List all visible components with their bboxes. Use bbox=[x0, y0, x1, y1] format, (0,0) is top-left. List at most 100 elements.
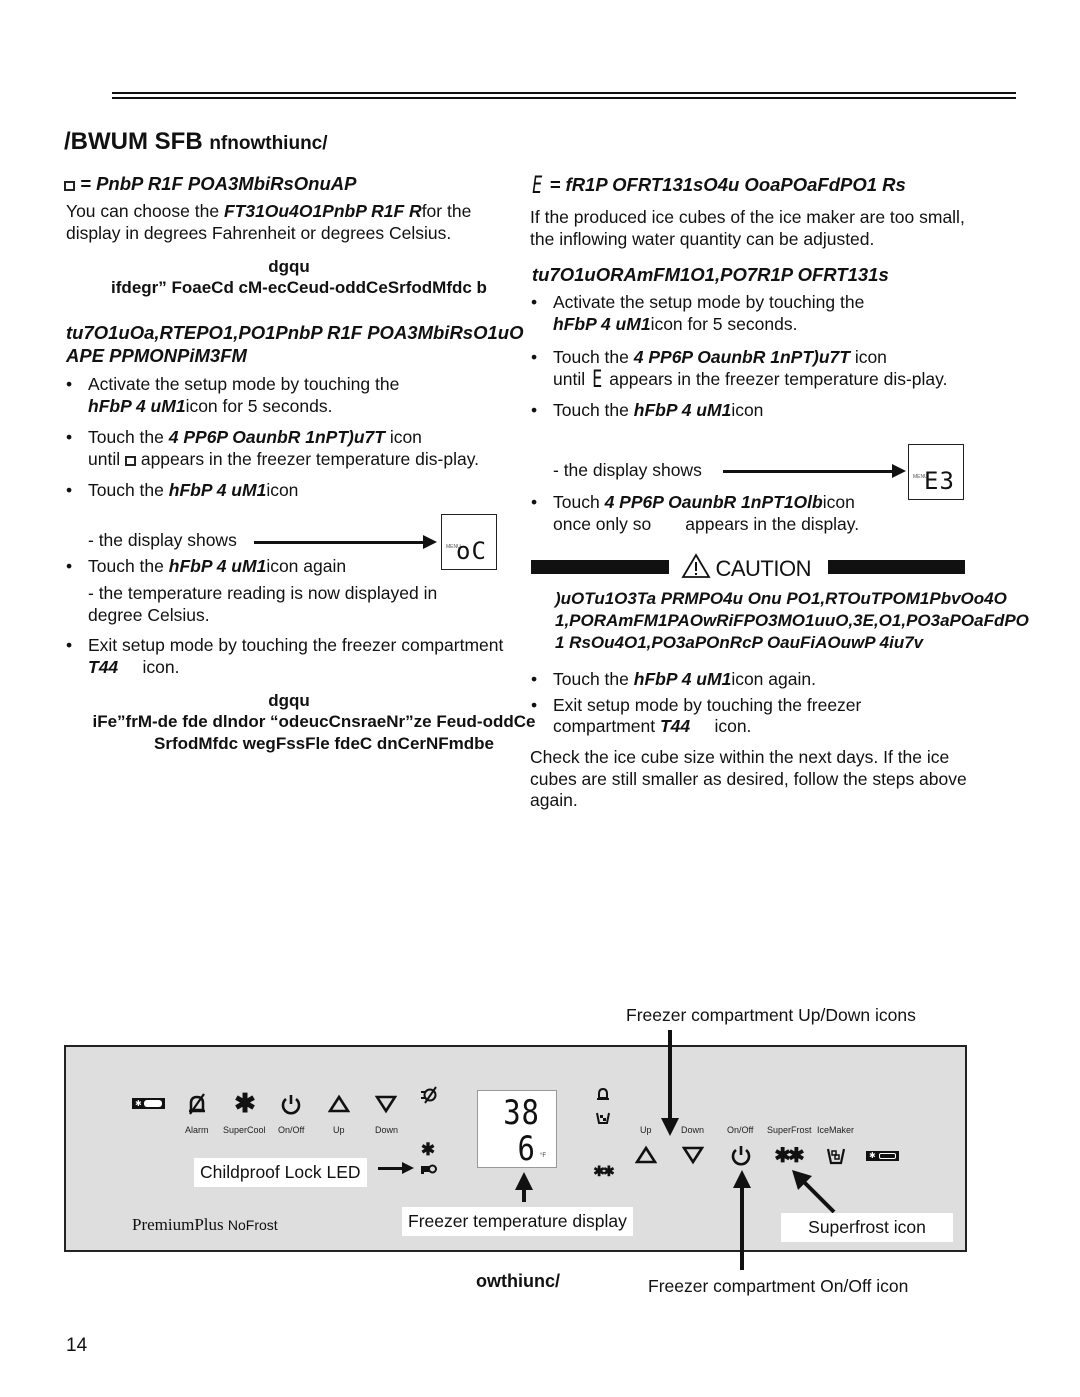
label-right-down: Down bbox=[681, 1125, 705, 1135]
temp-top-value: 38 bbox=[503, 1093, 540, 1133]
temp-unit: °F bbox=[540, 1153, 547, 1159]
label-up: Up bbox=[333, 1125, 345, 1135]
left-arrow-line bbox=[254, 541, 424, 544]
brand-sub: NoFrost bbox=[227, 1217, 278, 1233]
left-step-5: Exit setup mode by touching the freezer … bbox=[66, 635, 506, 678]
right-step-5: Touch the hFbP 4 uM1icon again. bbox=[531, 669, 951, 691]
left-note1-heading: dgqu bbox=[268, 257, 310, 276]
step-text: icon for 5 seconds. bbox=[185, 395, 333, 416]
down-triangle-icon[interactable] bbox=[374, 1094, 398, 1119]
label-alarm: Alarm bbox=[185, 1125, 209, 1135]
step-bold: 4 PP6P OaunbR 1nPT1Olb bbox=[604, 492, 823, 512]
left-note2-line1: iFe”frM-de fde dlndor “odeucCnsraeNr”ze … bbox=[92, 712, 536, 731]
ventilation-off-icon bbox=[419, 1086, 439, 1109]
freezer-display-icon: ✱ bbox=[866, 1151, 899, 1161]
step-text: icon. bbox=[690, 716, 752, 736]
arrow-down-icon bbox=[661, 1118, 679, 1136]
freezer-temperature-display: 38 6 °F bbox=[477, 1090, 557, 1169]
right-step-6: Exit setup mode by touching the freezer … bbox=[531, 695, 951, 738]
label-superfrost: SuperFrost bbox=[767, 1125, 812, 1135]
display-value: E3 bbox=[924, 467, 955, 495]
caution-bar-left bbox=[531, 560, 669, 574]
title-tail: nfnowthiunc/ bbox=[209, 133, 328, 154]
label-supercool: SuperCool bbox=[223, 1125, 266, 1135]
right-display-box: MENU E3 bbox=[908, 444, 964, 500]
label-right-onoff: On/Off bbox=[727, 1125, 754, 1135]
header-rule-bottom bbox=[112, 97, 1016, 99]
box-symbol-icon bbox=[124, 455, 136, 466]
right-steps: Activate the setup mode by touching the … bbox=[531, 292, 951, 422]
onoff-arrow-line bbox=[740, 1186, 744, 1270]
right-steps-b: Touch 4 PP6P OaunbR 1nPT1Olbicon once on… bbox=[531, 492, 891, 535]
left-celsius-note: - the temperature reading is now display… bbox=[88, 583, 438, 625]
step-bold: hFbP 4 uM1 bbox=[168, 480, 267, 500]
temp-bottom-value: 6 bbox=[517, 1129, 535, 1169]
label-down: Down bbox=[375, 1125, 399, 1135]
step-bold: 4 PP6P OaunbR 1nPT)u7T bbox=[168, 427, 385, 447]
step-bold: hFbP 4 uM1 bbox=[553, 313, 651, 334]
step-text: icon. bbox=[118, 656, 180, 677]
label-onoff: On/Off bbox=[278, 1125, 305, 1135]
power-icon[interactable] bbox=[280, 1093, 302, 1120]
caution-text: )uOTu1O3Ta PRMPO4u Onu PO1,RTOuTPOM1PbvO… bbox=[555, 588, 1029, 654]
right-step-2: Touch the 4 PP6P OaunbR 1nPT)u7T icon un… bbox=[531, 347, 951, 391]
right-section-heading: E = fR1P OFRT131sO4u OoaPOaFdPO1 Rs bbox=[530, 171, 906, 199]
alarm-bell-icon bbox=[596, 1087, 610, 1107]
step-text: Touch the bbox=[88, 556, 169, 576]
caution-line: 1 RsOu4O1,PO3aPOnRcP OauFiAOuwP 4iu7v bbox=[555, 633, 924, 652]
warning-triangle-icon bbox=[681, 553, 711, 578]
right-step-4: Touch 4 PP6P OaunbR 1nPT1Olbicon once on… bbox=[531, 492, 891, 535]
temp-arrow-line bbox=[522, 1188, 526, 1202]
step-text: icon bbox=[384, 427, 422, 447]
step-text: Touch the bbox=[88, 480, 169, 500]
header-rule-top bbox=[112, 92, 1016, 94]
superfrost-icon[interactable]: ✱✱ bbox=[771, 1145, 805, 1167]
label-icemaker: IceMaker bbox=[817, 1125, 855, 1135]
arrow-right-icon bbox=[402, 1162, 414, 1174]
left-display-shows: - the display shows bbox=[88, 530, 237, 550]
step-text: icon bbox=[731, 400, 764, 420]
callout-onoff: Freezer compartment On/Off icon bbox=[648, 1276, 909, 1296]
right-display-shows: - the display shows bbox=[553, 460, 702, 480]
icemaker-led-icon bbox=[596, 1111, 610, 1130]
superfrost-led-icon: ✱✱ bbox=[593, 1163, 614, 1179]
left-section-heading: = PnbP R1F POA3MbiRsOnuAP bbox=[64, 173, 356, 195]
page-title: /BWUM SFB nfnowthiunc/ bbox=[64, 128, 328, 156]
left-intro-bold: FT31Ou4O1PnbP R1F R bbox=[223, 201, 422, 221]
step-bold: hFbP 4 uM1 bbox=[633, 400, 732, 420]
step-bold: T44 bbox=[659, 716, 691, 736]
freezer-power-icon[interactable] bbox=[730, 1144, 752, 1171]
brand-name: PremiumPlus bbox=[132, 1215, 224, 1234]
step-text: Touch bbox=[553, 492, 605, 512]
left-procedure-heading-1: tu7O1uOa,RTEPO1,PO1PnbP R1F POA3MbiRsO1u… bbox=[66, 322, 524, 343]
left-section-heading-text: = PnbP R1F POA3MbiRsOnuAP bbox=[80, 173, 357, 194]
caution-line: 1,PORAmFM1PAOwRiFPO3MO1uuO,3E,O1,PO3aPOa… bbox=[555, 611, 1029, 630]
step-text: until bbox=[88, 448, 125, 469]
step-text: Touch the bbox=[88, 427, 169, 447]
e-symbol-icon: E bbox=[532, 171, 543, 199]
right-steps-c: Touch the hFbP 4 uM1icon again. Exit set… bbox=[531, 669, 951, 738]
alarm-off-icon[interactable] bbox=[183, 1092, 211, 1120]
freezer-up-triangle-icon[interactable] bbox=[634, 1145, 658, 1170]
supercool-icon[interactable]: ✱ bbox=[231, 1090, 259, 1116]
callout-updown: Freezer compartment Up/Down icons bbox=[626, 1005, 916, 1025]
step-text: Exit setup mode by touching the freezer … bbox=[88, 635, 504, 655]
label-right-up: Up bbox=[640, 1125, 652, 1135]
left-note2-heading: dgqu bbox=[268, 691, 310, 710]
step-text: Activate the setup mode by touching the bbox=[88, 374, 400, 394]
supercool-led-icon: ✱ bbox=[420, 1140, 436, 1159]
right-procedure-heading: tu7O1uORAmFM1O1,PO7R1P OFRT131s bbox=[532, 264, 889, 285]
left-step-4: Touch the hFbP 4 uM1icon again bbox=[66, 556, 506, 578]
up-triangle-icon[interactable] bbox=[327, 1094, 351, 1119]
step-bold: hFbP 4 uM1 bbox=[633, 669, 732, 689]
step-text: Activate the setup mode by touching the bbox=[553, 292, 865, 312]
freezer-down-triangle-icon[interactable] bbox=[681, 1145, 705, 1170]
left-steps-c: Exit setup mode by touching the freezer … bbox=[66, 635, 506, 678]
title-main: /BWUM SFB bbox=[64, 128, 203, 155]
step-text: until bbox=[553, 368, 590, 389]
step-text: Touch the bbox=[553, 400, 634, 420]
left-procedure-heading-2: APE PPMONPiM3FM bbox=[66, 345, 247, 366]
callout-childproof-lock: Childproof Lock LED bbox=[194, 1158, 367, 1187]
right-intro: If the produced ice cubes of the ice mak… bbox=[530, 207, 965, 249]
caution-header: CAUTION bbox=[681, 553, 811, 582]
